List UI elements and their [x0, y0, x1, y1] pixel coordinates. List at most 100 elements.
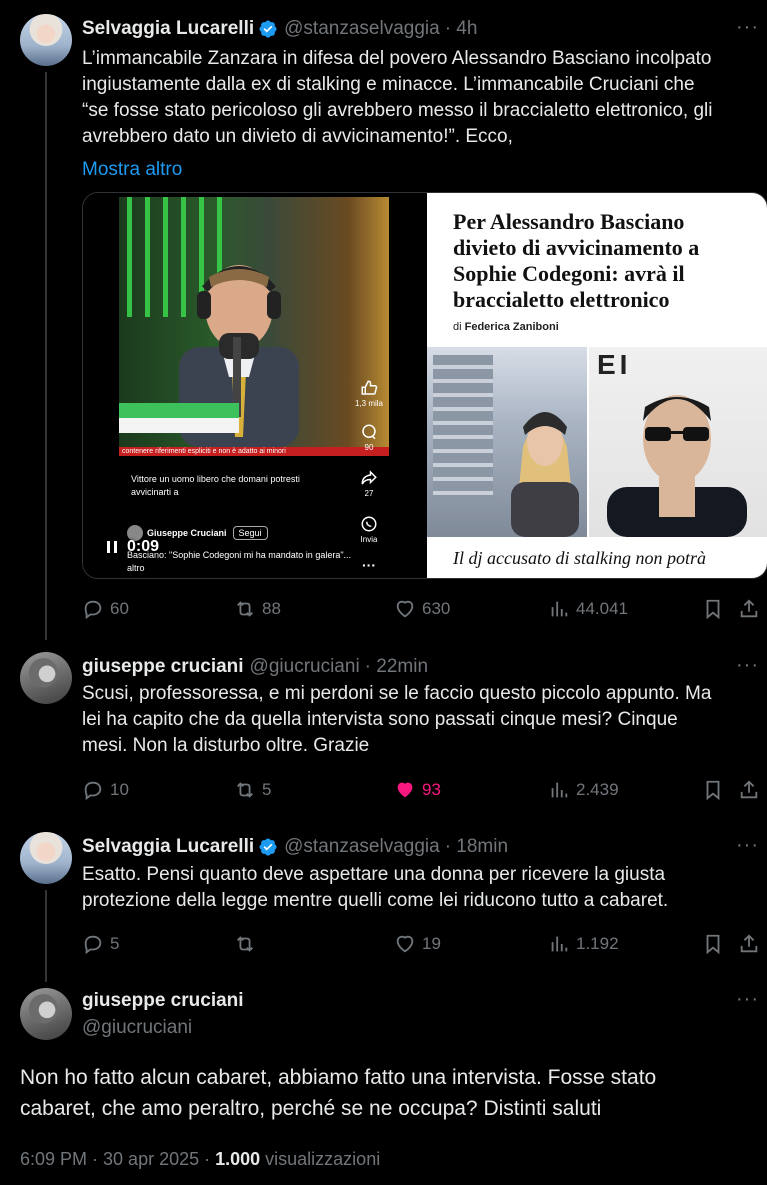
thread-line: [45, 890, 47, 982]
retweet-icon: [237, 782, 253, 798]
video-controls[interactable]: 0:09: [107, 538, 159, 556]
like-button[interactable]: 93: [394, 778, 441, 802]
video-time: 0:09: [127, 538, 160, 555]
author-handle[interactable]: @stanzaselvaggia: [284, 18, 440, 40]
more-options-icon[interactable]: ···: [736, 654, 759, 677]
views-label: visualizzazioni: [260, 1149, 381, 1169]
reply-icon: [84, 600, 102, 620]
verified-badge-icon: [259, 838, 277, 856]
author-name[interactable]: giuseppe cruciani: [82, 656, 244, 678]
views-button[interactable]: 2.439: [548, 778, 619, 802]
tweet-time[interactable]: · 4h: [445, 18, 478, 40]
article-subtitle: Il dj accusato di stalking non potrà: [453, 548, 706, 568]
article-title-line: Sophie Codegoni: avrà il: [453, 261, 685, 286]
thumb-up-icon: [361, 380, 378, 395]
tweet-handle-row: @giucruciani: [82, 1015, 727, 1041]
retweet-button[interactable]: [234, 932, 262, 956]
tweet-time[interactable]: · 18min: [445, 836, 508, 858]
more-options-icon[interactable]: ···: [736, 834, 759, 857]
share-icon: [740, 934, 758, 953]
video-like-button[interactable]: 1,3 mila: [349, 379, 389, 408]
views-button[interactable]: 1.192: [548, 932, 619, 956]
reply-button[interactable]: 60: [82, 597, 129, 621]
video-player[interactable]: contenere riferimenti espliciti e non è …: [83, 193, 425, 578]
verified-badge-icon: [259, 20, 277, 38]
avatar[interactable]: [20, 988, 72, 1040]
tweet-text: Scusi, professoressa, e mi perdoni se le…: [82, 681, 759, 759]
avatar[interactable]: [20, 832, 72, 884]
thread-line: [45, 72, 47, 640]
video-send-button[interactable]: Invia: [349, 515, 389, 544]
tweet-timestamp[interactable]: 6:09 PM · 30 apr 2025 ·: [20, 1149, 215, 1169]
byline-author: Federica Zaniboni: [464, 321, 559, 333]
share-icon: [740, 599, 758, 618]
reply-button[interactable]: 10: [82, 778, 129, 802]
tweet-text-line: L’immancabile Zanzara in difesa del pove…: [82, 48, 712, 69]
article-title-line: divieto di avvicinamento a: [453, 235, 700, 260]
video-like-count: 1,3 mila: [354, 399, 383, 408]
reply-count: 5: [110, 934, 120, 953]
video-description: Basciano: "Sophie Codegoni mi ha mandato…: [127, 550, 352, 573]
heart-icon: [396, 600, 414, 618]
retweet-count: 5: [262, 780, 272, 799]
tweet-time[interactable]: · 22min: [365, 656, 428, 678]
reply-count: 10: [110, 780, 129, 799]
retweet-button[interactable]: 88: [234, 597, 281, 621]
view-count: 1.192: [576, 934, 619, 953]
bookmark-button[interactable]: [702, 597, 730, 621]
tweet-2[interactable]: giuseppe cruciani @giucruciani · 22min ·…: [0, 640, 767, 820]
tweet-text-line: cabaret, che amo peraltro, perché se ne …: [20, 1097, 602, 1120]
comment-icon: [362, 424, 376, 440]
like-count: 630: [422, 599, 451, 618]
tweet-text-line: Esatto. Pensi quanto deve aspettare una …: [82, 864, 666, 885]
bookmark-icon: [706, 934, 720, 955]
bookmark-button[interactable]: [702, 932, 730, 956]
video-comment-button[interactable]: 90: [349, 423, 389, 452]
author-name[interactable]: Selvaggia Lucarelli: [82, 18, 254, 40]
reply-button[interactable]: 5: [82, 932, 119, 956]
video-share-button[interactable]: 27: [349, 469, 389, 498]
share-button[interactable]: [738, 932, 766, 956]
video-share-count: 27: [364, 489, 374, 498]
tweet-text-line: protezione della legge mentre quelli com…: [82, 890, 669, 911]
avatar[interactable]: [20, 14, 72, 66]
tweet-3[interactable]: Selvaggia Lucarelli @stanzaselvaggia · 1…: [0, 820, 767, 982]
tweet-text-line: Scusi, professoressa, e mi perdoni se le…: [82, 683, 712, 704]
author-name[interactable]: giuseppe cruciani: [82, 990, 244, 1012]
tweet-actions: 5 19 1.192: [82, 932, 767, 956]
show-more-link[interactable]: Mostra altro: [82, 157, 759, 183]
article-title: Per Alessandro Basciano divieto di avvic…: [453, 209, 753, 313]
share-icon: [740, 780, 758, 799]
more-options-icon[interactable]: ···: [736, 988, 759, 1011]
man-photo: EI: [589, 347, 767, 537]
tweet-text-line: lei ha capito che da quella intervista s…: [82, 709, 678, 730]
tweet-text-line: avrebbero dato un divieto di avvicinamen…: [82, 126, 513, 147]
like-button[interactable]: 630: [394, 597, 450, 621]
tweet-text: L’immancabile Zanzara in difesa del pove…: [82, 46, 759, 183]
views-button[interactable]: 44.041: [548, 597, 628, 621]
more-options-icon[interactable]: ···: [736, 16, 759, 39]
article-screenshot: Per Alessandro Basciano divieto di avvic…: [427, 193, 767, 578]
article-title-line: braccialetto elettronico: [453, 287, 670, 312]
share-button[interactable]: [738, 778, 766, 802]
share-button[interactable]: [738, 597, 766, 621]
article-title-line: Per Alessandro Basciano: [453, 209, 685, 234]
heart-icon: [396, 935, 414, 953]
avatar[interactable]: [20, 652, 72, 704]
author-handle[interactable]: @stanzaselvaggia: [284, 836, 440, 858]
tweet-header: giuseppe cruciani @giucruciani · 22min: [82, 654, 727, 680]
media-card[interactable]: contenere riferimenti espliciti e non è …: [82, 192, 767, 579]
author-name[interactable]: Selvaggia Lucarelli: [82, 836, 254, 858]
bookmark-button[interactable]: [702, 778, 730, 802]
author-handle[interactable]: @giucruciani: [250, 656, 360, 678]
tweet-text-line: Non ho fatto alcun cabaret, abbiamo fatt…: [20, 1066, 657, 1089]
retweet-button[interactable]: 5: [234, 778, 271, 802]
like-button[interactable]: 19: [394, 932, 441, 956]
author-handle[interactable]: @giucruciani: [82, 1017, 192, 1039]
tweet-text: Esatto. Pensi quanto deve aspettare una …: [82, 862, 759, 914]
pause-icon[interactable]: [107, 541, 117, 553]
share-arrow-icon: [361, 470, 377, 485]
like-count: 93: [422, 780, 441, 799]
follow-button[interactable]: Segui: [232, 526, 268, 540]
video-comment-count: 90: [364, 443, 374, 452]
